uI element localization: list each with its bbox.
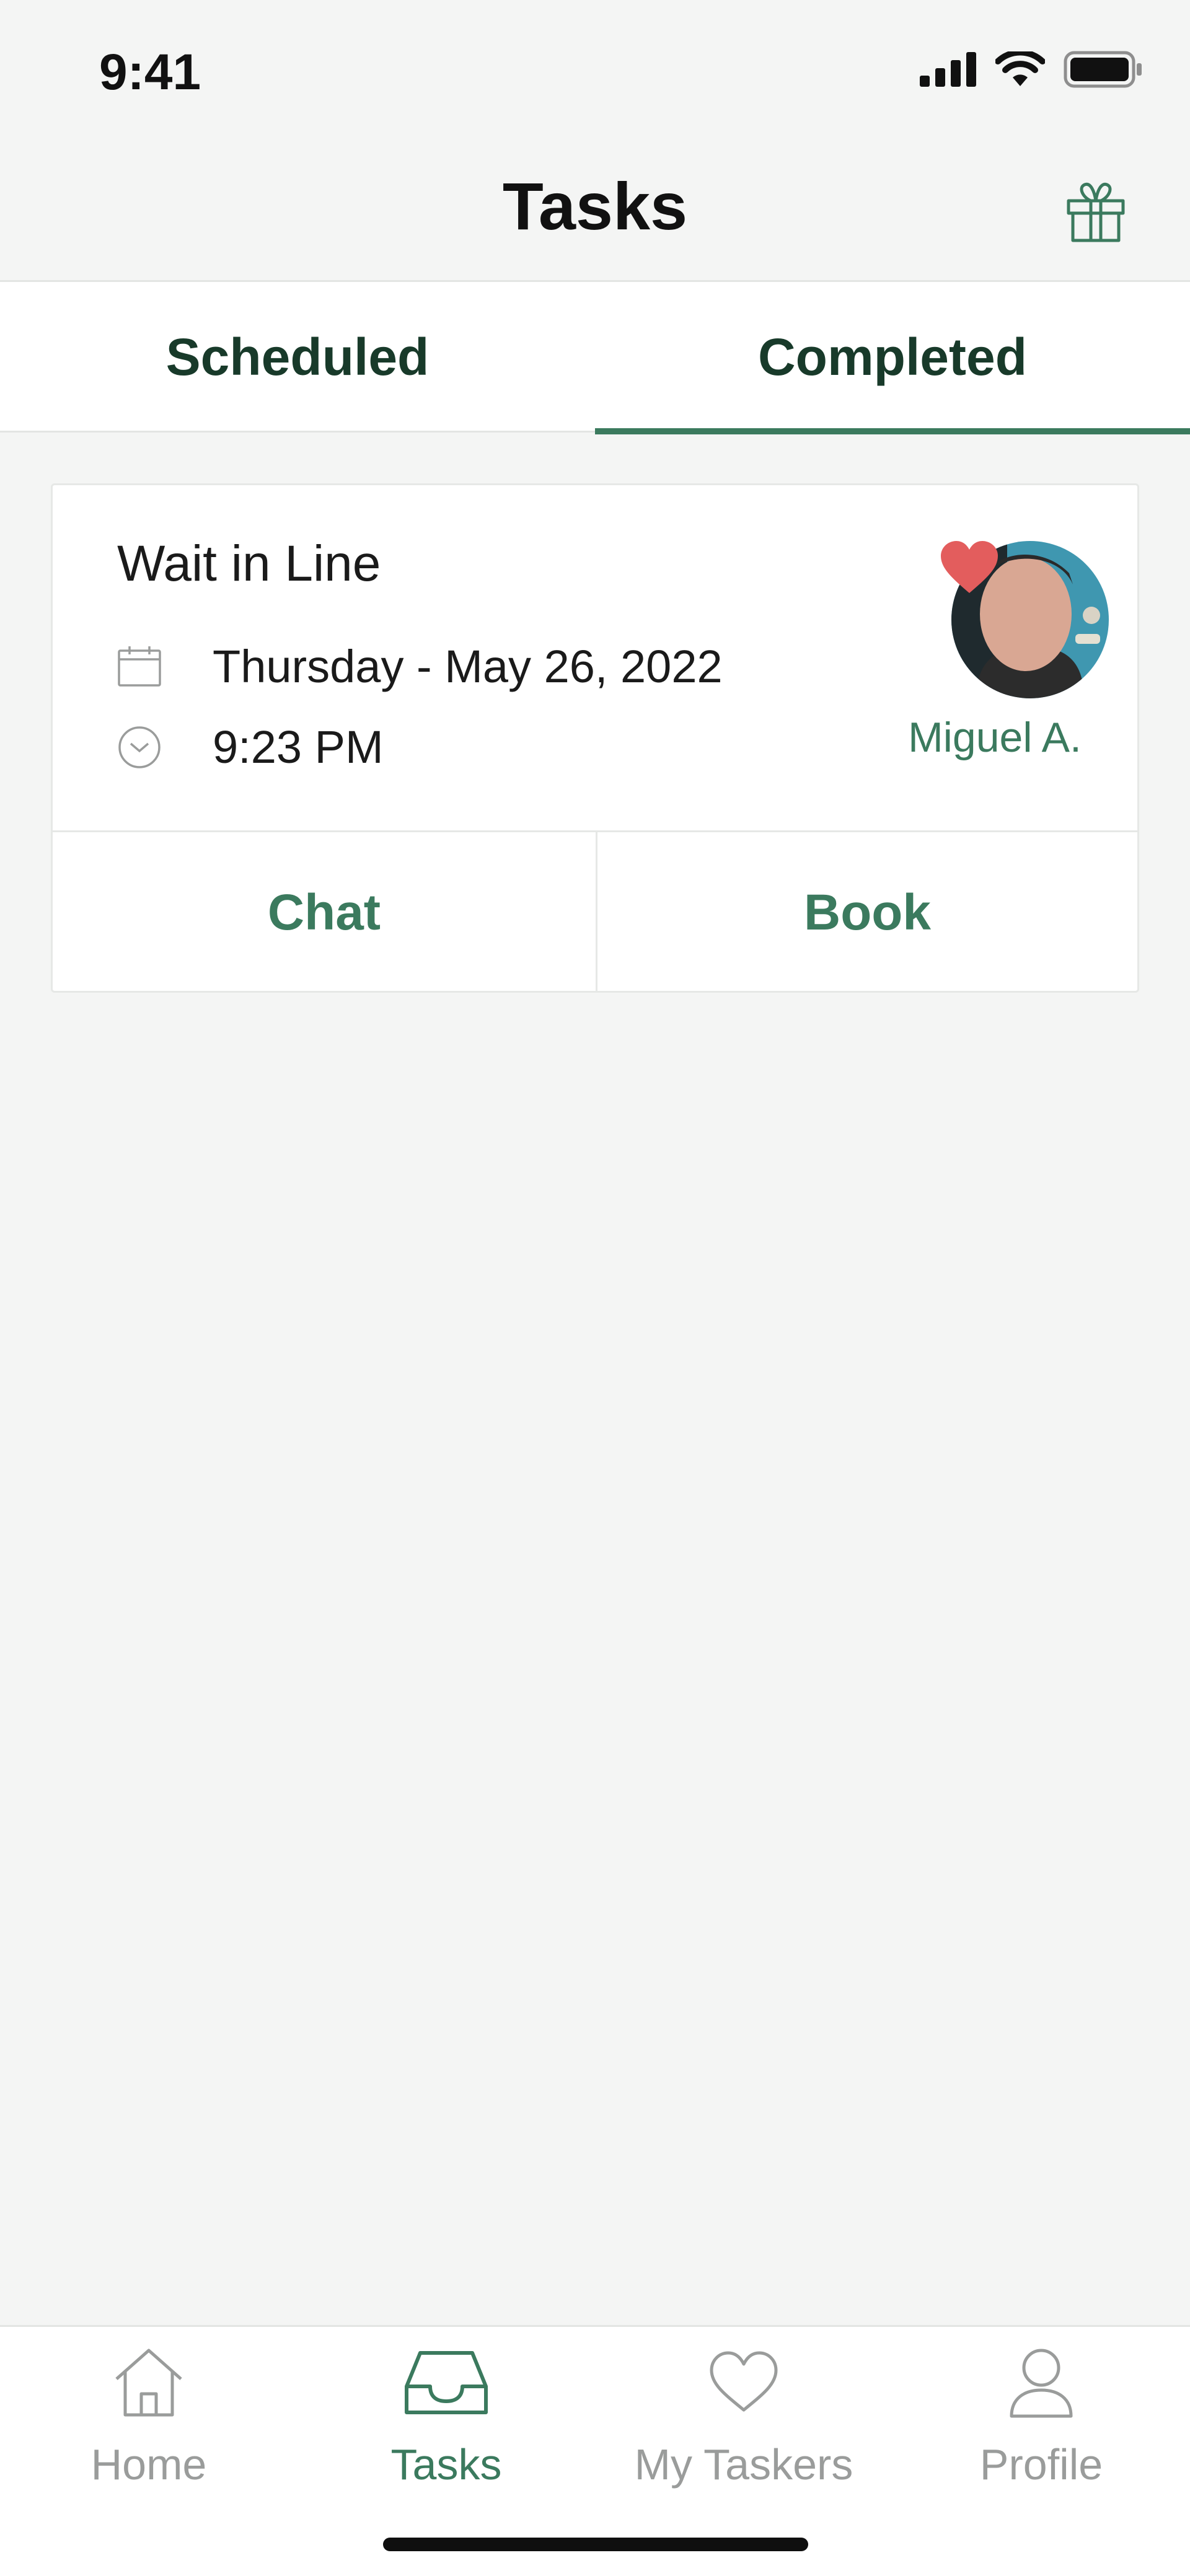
task-date-row: Thursday - May 26, 2022: [117, 640, 723, 693]
tab-completed[interactable]: Completed: [595, 282, 1190, 434]
nav-header: Tasks: [0, 143, 1190, 280]
wifi-icon: [995, 51, 1045, 86]
tab-bar: Scheduled Completed: [0, 280, 1190, 434]
home-indicator: [383, 2538, 808, 2551]
battery-icon: [1064, 51, 1142, 88]
task-card[interactable]: Wait in Line Thursday - May 26, 2022 9:2…: [51, 483, 1139, 993]
tasker-name[interactable]: Miguel A.: [877, 713, 1113, 762]
task-time-row: 9:23 PM: [117, 721, 384, 773]
bottom-nav: Home Tasks My Taskers Profile: [0, 2325, 1190, 2576]
status-time: 9:41: [99, 44, 201, 100]
active-tab-indicator: [595, 428, 1190, 434]
nav-my-taskers-label: My Taskers: [634, 2440, 853, 2489]
nav-profile[interactable]: Profile: [892, 2327, 1190, 2513]
status-icons: [920, 51, 1143, 88]
nav-tasks-label: Tasks: [390, 2440, 502, 2489]
tab-scheduled-label: Scheduled: [165, 328, 430, 386]
signal-icon: [920, 52, 976, 87]
status-bar: 9:41: [0, 0, 1190, 143]
task-title: Wait in Line: [117, 535, 381, 592]
inbox-icon: [405, 2351, 488, 2414]
nav-profile-label: Profile: [979, 2440, 1103, 2489]
chat-button[interactable]: Chat: [53, 832, 596, 993]
heart-icon: [710, 2351, 778, 2412]
home-icon: [115, 2349, 182, 2417]
nav-tasks[interactable]: Tasks: [298, 2327, 595, 2513]
task-date: Thursday - May 26, 2022: [213, 641, 723, 692]
book-button-label: Book: [804, 884, 931, 941]
tab-scheduled[interactable]: Scheduled: [0, 282, 595, 433]
gift-button[interactable]: [1064, 178, 1128, 243]
task-time: 9:23 PM: [213, 721, 384, 773]
tasks-screen: 9:41 Tasks Scheduled Completed Wait in L…: [0, 0, 1190, 2576]
nav-home[interactable]: Home: [0, 2327, 298, 2513]
favorite-heart-icon: [941, 541, 998, 593]
clock-icon: [118, 726, 161, 768]
book-button[interactable]: Book: [597, 832, 1137, 993]
chat-button-label: Chat: [267, 884, 381, 941]
nav-my-taskers[interactable]: My Taskers: [595, 2327, 892, 2513]
page-title: Tasks: [502, 169, 688, 244]
gift-icon: [1067, 182, 1125, 242]
tab-completed-label: Completed: [757, 328, 1028, 386]
calendar-icon: [118, 646, 161, 687]
nav-home-label: Home: [90, 2440, 207, 2489]
person-icon: [1010, 2349, 1073, 2418]
